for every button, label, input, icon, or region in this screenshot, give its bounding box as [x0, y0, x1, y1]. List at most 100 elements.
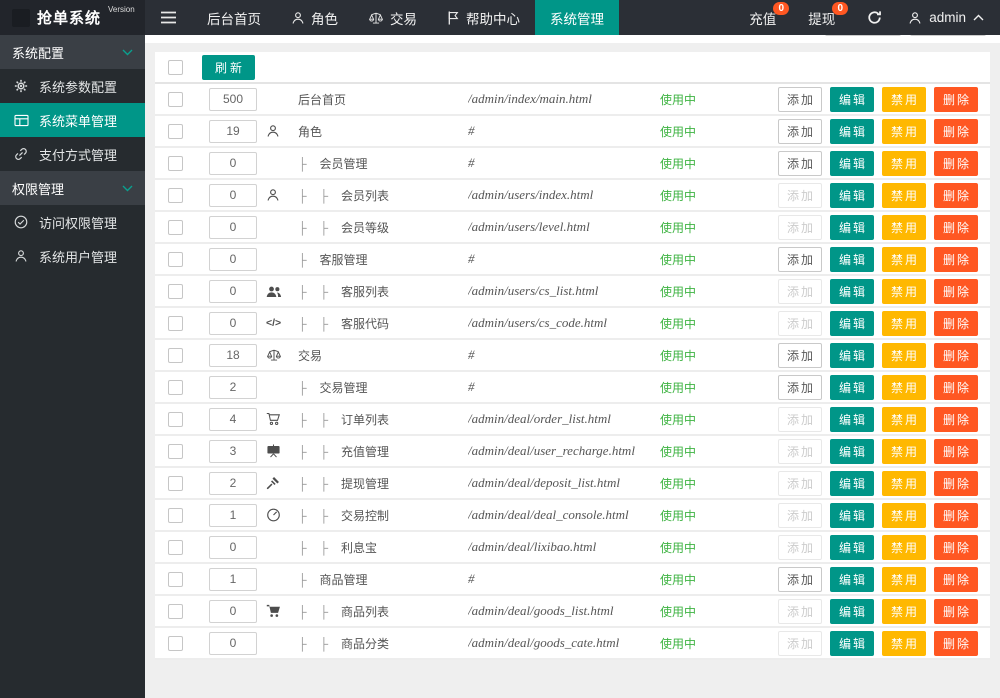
- withdraw-button[interactable]: 提现 0: [792, 0, 851, 35]
- disable-button[interactable]: 禁用: [882, 86, 927, 112]
- sidebar-group-2[interactable]: 权限管理: [0, 171, 145, 205]
- delete-button[interactable]: 删除: [934, 86, 979, 112]
- edit-button[interactable]: 编辑: [830, 502, 875, 528]
- sort-input[interactable]: [209, 631, 257, 655]
- sort-input[interactable]: [209, 343, 257, 367]
- sidebar-toggle-button[interactable]: [145, 0, 192, 35]
- delete-button[interactable]: 删除: [934, 598, 979, 624]
- disable-button[interactable]: 禁用: [882, 406, 927, 432]
- edit-button[interactable]: 编辑: [830, 86, 875, 112]
- top-menu-item-3[interactable]: 交易: [353, 0, 432, 35]
- recharge-button[interactable]: 充值 0: [733, 0, 792, 35]
- delete-button[interactable]: 删除: [934, 438, 979, 464]
- row-checkbox[interactable]: [168, 155, 183, 171]
- edit-button[interactable]: 编辑: [830, 214, 875, 240]
- row-checkbox[interactable]: [168, 219, 183, 235]
- edit-button[interactable]: 编辑: [830, 246, 875, 272]
- delete-button[interactable]: 删除: [934, 374, 979, 400]
- refresh-page-button[interactable]: [851, 0, 898, 35]
- edit-button[interactable]: 编辑: [830, 598, 875, 624]
- row-checkbox[interactable]: [168, 123, 183, 139]
- delete-button[interactable]: 删除: [934, 182, 979, 208]
- edit-button[interactable]: 编辑: [830, 150, 875, 176]
- disable-button[interactable]: 禁用: [882, 502, 927, 528]
- row-checkbox[interactable]: [168, 91, 183, 107]
- top-menu-item-5[interactable]: 系统管理: [535, 0, 619, 35]
- add-button[interactable]: 添加: [778, 118, 823, 144]
- add-button[interactable]: 添加: [778, 246, 823, 272]
- sidebar-item-1-3[interactable]: 支付方式管理: [0, 137, 145, 171]
- row-checkbox[interactable]: [168, 283, 183, 299]
- delete-button[interactable]: 删除: [934, 566, 979, 592]
- sort-input[interactable]: [209, 119, 257, 143]
- delete-button[interactable]: 删除: [934, 150, 979, 176]
- row-checkbox[interactable]: [168, 539, 183, 555]
- sidebar-group-1[interactable]: 系统配置: [0, 35, 145, 69]
- delete-button[interactable]: 删除: [934, 534, 979, 560]
- delete-button[interactable]: 删除: [934, 502, 979, 528]
- disable-button[interactable]: 禁用: [882, 342, 927, 368]
- edit-button[interactable]: 编辑: [830, 278, 875, 304]
- sort-input[interactable]: [209, 535, 257, 559]
- sidebar-item-1-1[interactable]: 系统参数配置: [0, 69, 145, 103]
- select-all-checkbox[interactable]: [168, 59, 183, 75]
- delete-button[interactable]: 删除: [934, 246, 979, 272]
- top-menu-item-2[interactable]: 角色: [276, 0, 353, 35]
- disable-button[interactable]: 禁用: [882, 630, 927, 656]
- user-menu[interactable]: admin: [898, 0, 1000, 35]
- delete-button[interactable]: 删除: [934, 214, 979, 240]
- sort-input[interactable]: [209, 439, 257, 463]
- row-checkbox[interactable]: [168, 475, 183, 491]
- sort-input[interactable]: [209, 407, 257, 431]
- sort-input[interactable]: [209, 375, 257, 399]
- add-button[interactable]: 添加: [778, 566, 823, 592]
- delete-button[interactable]: 删除: [934, 342, 979, 368]
- delete-button[interactable]: 删除: [934, 118, 979, 144]
- disable-button[interactable]: 禁用: [882, 118, 927, 144]
- row-checkbox[interactable]: [168, 603, 183, 619]
- delete-button[interactable]: 删除: [934, 406, 979, 432]
- row-checkbox[interactable]: [168, 411, 183, 427]
- sort-input[interactable]: [209, 311, 257, 335]
- delete-button[interactable]: 删除: [934, 310, 979, 336]
- edit-button[interactable]: 编辑: [830, 342, 875, 368]
- disable-button[interactable]: 禁用: [882, 278, 927, 304]
- edit-button[interactable]: 编辑: [830, 566, 875, 592]
- sort-input[interactable]: [209, 247, 257, 271]
- disable-button[interactable]: 禁用: [882, 374, 927, 400]
- row-checkbox[interactable]: [168, 443, 183, 459]
- row-checkbox[interactable]: [168, 251, 183, 267]
- edit-button[interactable]: 编辑: [830, 182, 875, 208]
- disable-button[interactable]: 禁用: [882, 534, 927, 560]
- add-button[interactable]: 添加: [778, 342, 823, 368]
- row-checkbox[interactable]: [168, 187, 183, 203]
- row-checkbox[interactable]: [168, 635, 183, 651]
- edit-button[interactable]: 编辑: [830, 534, 875, 560]
- disable-button[interactable]: 禁用: [882, 150, 927, 176]
- add-button[interactable]: 添加: [778, 374, 823, 400]
- row-checkbox[interactable]: [168, 507, 183, 523]
- delete-button[interactable]: 删除: [934, 630, 979, 656]
- delete-button[interactable]: 删除: [934, 470, 979, 496]
- sort-input[interactable]: [209, 279, 257, 303]
- disable-button[interactable]: 禁用: [882, 310, 927, 336]
- disable-button[interactable]: 禁用: [882, 246, 927, 272]
- disable-button[interactable]: 禁用: [882, 182, 927, 208]
- sort-input[interactable]: [209, 567, 257, 591]
- disable-button[interactable]: 禁用: [882, 438, 927, 464]
- top-menu-item-1[interactable]: 后台首页: [192, 0, 276, 35]
- edit-button[interactable]: 编辑: [830, 470, 875, 496]
- edit-button[interactable]: 编辑: [830, 406, 875, 432]
- sidebar-item-2-2[interactable]: 系统用户管理: [0, 239, 145, 273]
- disable-button[interactable]: 禁用: [882, 214, 927, 240]
- disable-button[interactable]: 禁用: [882, 470, 927, 496]
- row-checkbox[interactable]: [168, 315, 183, 331]
- refresh-button[interactable]: 刷新: [202, 54, 256, 80]
- top-menu-item-4[interactable]: 帮助中心: [432, 0, 535, 35]
- delete-button[interactable]: 删除: [934, 278, 979, 304]
- edit-button[interactable]: 编辑: [830, 438, 875, 464]
- add-button[interactable]: 添加: [778, 86, 823, 112]
- sort-input[interactable]: [209, 87, 257, 111]
- row-checkbox[interactable]: [168, 347, 183, 363]
- add-button[interactable]: 添加: [778, 150, 823, 176]
